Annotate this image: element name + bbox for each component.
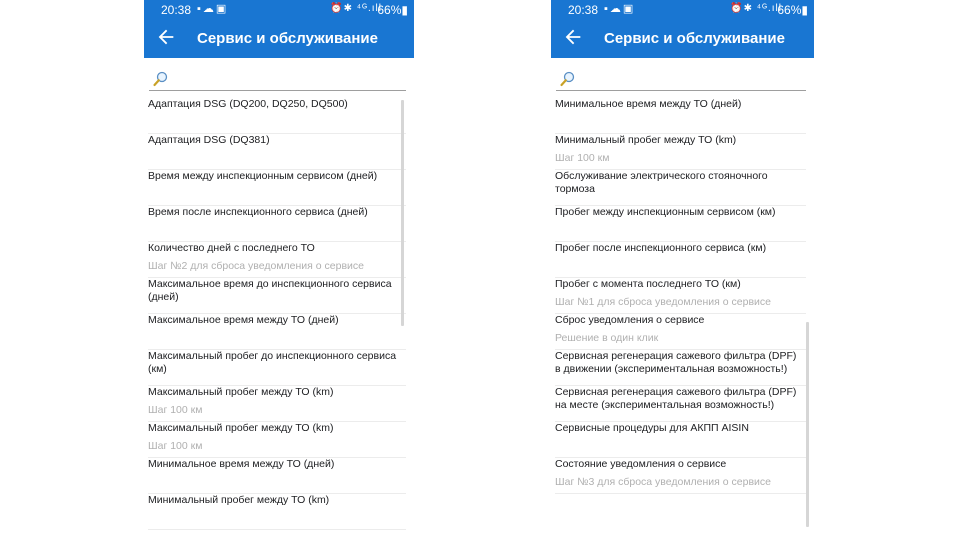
list-item[interactable]: Сервисная регенерация сажевого фильтра (…: [555, 386, 806, 422]
list-item-subtitle: Шаг 100 км: [148, 404, 203, 416]
status-bar: 20:38 ▪☁▣ ⏰✱ ⁴ᴳ.ıll 66%▮: [551, 0, 814, 20]
list-item[interactable]: Максимальное время до инспекционного сер…: [148, 278, 406, 314]
list-item[interactable]: Количество дней с последнего ТО Шаг №2 дл…: [148, 242, 406, 278]
signal-icons: ⏰✱ ⁴ᴳ.ıll: [330, 3, 382, 14]
status-bar: 20:38 ▪☁▣ ⏰✱ ⁴ᴳ.ıll 66%▮: [144, 0, 414, 20]
list-item[interactable]: Время между инспекционным сервисом (дней…: [148, 170, 406, 206]
list-item-title: Максимальный пробег до инспекционного се…: [148, 350, 397, 375]
list-item-title: Обслуживание электрического стояночного …: [555, 170, 768, 195]
scrollbar[interactable]: [401, 100, 404, 326]
page-title: Сервис и обслуживание: [197, 30, 378, 47]
list-item[interactable]: Пробег с момента последнего ТО (км) Шаг №…: [555, 278, 806, 314]
list-item-title: Пробег после инспекционного сервиса (км): [555, 242, 767, 254]
list-item[interactable]: Пробег между инспекционным сервисом (км): [555, 206, 806, 242]
list-item[interactable]: Обслуживание электрического стояночного …: [555, 170, 806, 206]
search-input[interactable]: [556, 68, 806, 91]
list-item-subtitle: Шаг №3 для сброса уведомления о сервисе: [555, 476, 771, 488]
app-bar: 20:38 ▪☁▣ ⏰✱ ⁴ᴳ.ıll 66%▮ Сервис и обслуж…: [551, 0, 814, 58]
list-item-subtitle: Шаг №2 для сброса уведомления о сервисе: [148, 260, 364, 272]
list-item[interactable]: Адаптация DSG (DQ200, DQ250, DQ500): [148, 98, 406, 134]
list-item[interactable]: Минимальный пробег между ТО (km) Шаг 100 …: [555, 134, 806, 170]
list-item[interactable]: Состояние уведомления о сервисе Шаг №3 дл…: [555, 458, 806, 494]
list-item-title: Адаптация DSG (DQ200, DQ250, DQ500): [148, 98, 348, 110]
settings-list: Адаптация DSG (DQ200, DQ250, DQ500) Адапт…: [144, 90, 406, 540]
status-time: 20:38: [568, 3, 599, 17]
list-item-title: Максимальный пробег между ТО (km): [148, 386, 334, 398]
page-title: Сервис и обслуживание: [604, 30, 785, 47]
signal-icons: ⏰✱ ⁴ᴳ.ıll: [730, 3, 782, 14]
list-item-title: Пробег между инспекционным сервисом (км): [555, 206, 776, 218]
settings-list: Минимальное время между ТО (дней) Минимал…: [551, 90, 806, 540]
notification-icons: ▪☁▣: [604, 3, 636, 15]
magnifier-icon: [560, 71, 575, 87]
list-item-title: Сервисная регенерация сажевого фильтра (…: [555, 350, 797, 375]
list-item-subtitle: Шаг 100 км: [555, 152, 610, 164]
list-item-subtitle: Решение в один клик: [555, 332, 659, 344]
scrollbar[interactable]: [806, 322, 809, 527]
battery-indicator: 66%▮: [777, 3, 808, 17]
back-arrow-icon[interactable]: [562, 26, 584, 48]
list-item-title: Сервисная регенерация сажевого фильтра (…: [555, 386, 797, 411]
list-item-title: Максимальный пробег между ТО (km): [148, 422, 334, 434]
phone-screen-left: 20:38 ▪☁▣ ⏰✱ ⁴ᴳ.ıll 66%▮ Сервис и обслуж…: [144, 0, 414, 540]
list-item-title: Время после инспекционного сервиса (дней…: [148, 206, 368, 218]
back-arrow-icon[interactable]: [155, 26, 177, 48]
list-item-title: Максимальное время между ТО (дней): [148, 314, 339, 326]
list-item-title: Минимальное время между ТО (дней): [148, 458, 335, 470]
list-item-subtitle: Шаг №1 для сброса уведомления о сервисе: [555, 296, 771, 308]
list-item[interactable]: Минимальное время между ТО (дней): [148, 458, 406, 494]
list-item-title: Сервисные процедуры для АКПП AISIN: [555, 422, 749, 434]
phone-screen-right: 20:38 ▪☁▣ ⏰✱ ⁴ᴳ.ıll 66%▮ Сервис и обслуж…: [551, 0, 814, 540]
list-item-title: Максимальное время до инспекционного сер…: [148, 278, 392, 303]
list-item[interactable]: Время после инспекционного сервиса (дней…: [148, 206, 406, 242]
list-item-title: Минимальное время между ТО (дней): [555, 98, 742, 110]
list-item[interactable]: Максимальный пробег между ТО (km) Шаг 100…: [148, 386, 406, 422]
list-item[interactable]: Максимальный пробег между ТО (km) Шаг 100…: [148, 422, 406, 458]
list-item-title: Сброс уведомления о сервисе: [555, 314, 705, 326]
list-item-title: Минимальный пробег между ТО (km): [148, 494, 330, 506]
magnifier-icon: [153, 71, 168, 87]
list-item[interactable]: Адаптация DSG (DQ381): [148, 134, 406, 170]
list-item[interactable]: Сервисные процедуры для АКПП AISIN: [555, 422, 806, 458]
list-item-title: Минимальный пробег между ТО (km): [555, 134, 737, 146]
list-item-title: Пробег с момента последнего ТО (км): [555, 278, 741, 290]
app-bar: 20:38 ▪☁▣ ⏰✱ ⁴ᴳ.ıll 66%▮ Сервис и обслуж…: [144, 0, 414, 58]
list-item-title: Состояние уведомления о сервисе: [555, 458, 727, 470]
search-input[interactable]: [149, 68, 406, 91]
list-item[interactable]: Максимальное время между ТО (дней): [148, 314, 406, 350]
list-item[interactable]: Сброс уведомления о сервисе Решение в оди…: [555, 314, 806, 350]
list-item[interactable]: Пробег после инспекционного сервиса (км): [555, 242, 806, 278]
battery-indicator: 66%▮: [377, 3, 408, 17]
list-item-title: Адаптация DSG (DQ381): [148, 134, 270, 146]
notification-icons: ▪☁▣: [197, 3, 229, 15]
list-item[interactable]: Максимальный пробег до инспекционного се…: [148, 350, 406, 386]
list-item-title: Количество дней с последнего ТО: [148, 242, 315, 254]
list-item[interactable]: Минимальный пробег между ТО (km): [148, 494, 406, 530]
list-item[interactable]: Минимальное время между ТО (дней): [555, 98, 806, 134]
status-time: 20:38: [161, 3, 192, 17]
list-item-subtitle: Шаг 100 км: [148, 440, 203, 452]
list-item-title: Время между инспекционным сервисом (дней…: [148, 170, 378, 182]
list-item[interactable]: Сервисная регенерация сажевого фильтра (…: [555, 350, 806, 386]
